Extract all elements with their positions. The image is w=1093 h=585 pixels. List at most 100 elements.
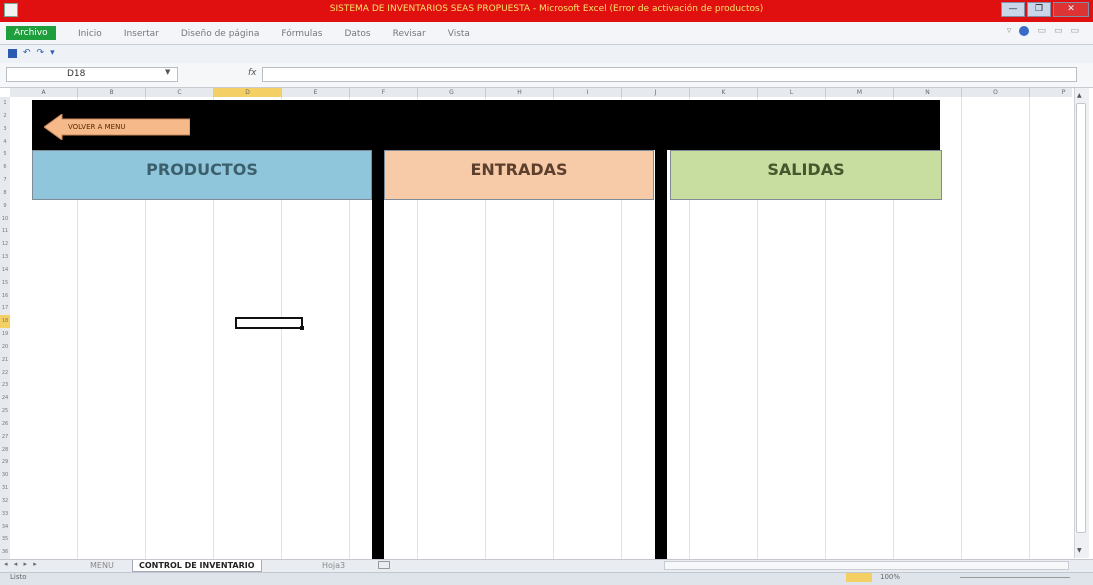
- row-header[interactable]: 15: [0, 277, 10, 290]
- column-header[interactable]: H: [486, 88, 554, 97]
- sheet-tab-menu[interactable]: MENU: [84, 560, 120, 571]
- insert-sheet-icon[interactable]: [378, 561, 390, 569]
- row-header[interactable]: 22: [0, 367, 10, 380]
- row-header[interactable]: 21: [0, 354, 10, 367]
- horizontal-scrollbar[interactable]: [664, 561, 1069, 570]
- row-header[interactable]: 13: [0, 251, 10, 264]
- help-icon[interactable]: [1019, 26, 1030, 36]
- sheet-tab-hoja3[interactable]: Hoja3: [316, 560, 351, 571]
- row-header[interactable]: 30: [0, 469, 10, 482]
- tab-diseno-pagina[interactable]: Diseño de página: [181, 29, 260, 39]
- customize-qat-icon[interactable]: ▾: [50, 48, 55, 58]
- row-header[interactable]: 5: [0, 148, 10, 161]
- scroll-up-icon[interactable]: ▲: [1077, 92, 1082, 99]
- tab-datos[interactable]: Datos: [344, 29, 370, 39]
- column-header[interactable]: E: [282, 88, 350, 97]
- save-icon[interactable]: [8, 48, 17, 58]
- redo-icon[interactable]: ↷: [37, 48, 45, 58]
- row-header[interactable]: 14: [0, 264, 10, 277]
- row-header[interactable]: 3: [0, 123, 10, 136]
- row-header[interactable]: 24: [0, 392, 10, 405]
- entradas-header: ENTRADAS: [384, 150, 654, 200]
- row-header[interactable]: 25: [0, 405, 10, 418]
- row-header[interactable]: 17: [0, 302, 10, 315]
- doc-close-icon[interactable]: ▭: [1070, 26, 1079, 36]
- insert-function-icon[interactable]: fx: [248, 68, 257, 78]
- tab-insertar[interactable]: Insertar: [124, 29, 159, 39]
- row-header[interactable]: 2: [0, 110, 10, 123]
- row-header[interactable]: 27: [0, 431, 10, 444]
- row-header[interactable]: 28: [0, 444, 10, 457]
- row-header[interactable]: 6: [0, 161, 10, 174]
- row-header[interactable]: 20: [0, 341, 10, 354]
- normal-view-icon[interactable]: [846, 573, 872, 582]
- ribbon-right-controls: ▿ ▭ ▭ ▭: [1007, 26, 1079, 36]
- row-header[interactable]: 35: [0, 533, 10, 546]
- row-header[interactable]: 12: [0, 238, 10, 251]
- column-divider: [372, 150, 384, 560]
- row-header[interactable]: 19: [0, 328, 10, 341]
- column-header[interactable]: N: [894, 88, 962, 97]
- zoom-level[interactable]: 100%: [880, 573, 900, 581]
- column-header[interactable]: B: [78, 88, 146, 97]
- row-header[interactable]: 23: [0, 379, 10, 392]
- tab-formulas[interactable]: Fórmulas: [281, 29, 322, 39]
- status-bar: [0, 572, 1093, 585]
- row-header[interactable]: 34: [0, 521, 10, 534]
- undo-icon[interactable]: ↶: [23, 48, 31, 58]
- column-header[interactable]: L: [758, 88, 826, 97]
- row-header[interactable]: 32: [0, 495, 10, 508]
- row-header[interactable]: 4: [0, 136, 10, 149]
- tab-revisar[interactable]: Revisar: [393, 29, 426, 39]
- row-header[interactable]: 26: [0, 418, 10, 431]
- zoom-slider[interactable]: [960, 577, 1070, 578]
- column-header[interactable]: I: [554, 88, 622, 97]
- column-header[interactable]: C: [146, 88, 214, 97]
- row-header[interactable]: 36: [0, 546, 10, 559]
- row-header[interactable]: 1: [0, 97, 10, 110]
- doc-minimize-icon[interactable]: ▭: [1037, 26, 1046, 36]
- row-header[interactable]: 7: [0, 174, 10, 187]
- fill-handle[interactable]: [300, 326, 304, 330]
- sheet-tab-control-inventario[interactable]: CONTROL DE INVENTARIO: [132, 560, 262, 572]
- vertical-scroll-thumb[interactable]: [1076, 103, 1086, 533]
- tab-inicio[interactable]: Inicio: [78, 29, 102, 39]
- close-icon[interactable]: ✕: [1053, 2, 1089, 17]
- column-header[interactable]: K: [690, 88, 758, 97]
- doc-restore-icon[interactable]: ▭: [1054, 26, 1063, 36]
- column-header[interactable]: M: [826, 88, 894, 97]
- minimize-ribbon-icon[interactable]: ▿: [1007, 26, 1012, 36]
- column-header[interactable]: G: [418, 88, 486, 97]
- column-header[interactable]: O: [962, 88, 1030, 97]
- row-header[interactable]: 16: [0, 290, 10, 303]
- row-header[interactable]: 8: [0, 187, 10, 200]
- name-box[interactable]: D18: [6, 67, 178, 82]
- column-header[interactable]: J: [622, 88, 690, 97]
- tab-file[interactable]: Archivo: [6, 26, 56, 40]
- column-header[interactable]: A: [10, 88, 78, 97]
- column-divider: [655, 150, 667, 560]
- restore-icon[interactable]: ❐: [1027, 2, 1051, 17]
- row-header[interactable]: 11: [0, 225, 10, 238]
- sheet-nav-arrows-icon[interactable]: ◂ ◂ ▸ ▸: [4, 560, 39, 568]
- minimize-icon[interactable]: —: [1001, 2, 1025, 17]
- column-header[interactable]: D: [214, 88, 282, 97]
- column-header[interactable]: F: [350, 88, 418, 97]
- window-title: SISTEMA DE INVENTARIOS SEAS PROPUESTA - …: [329, 4, 764, 14]
- quick-access-toolbar: [0, 45, 1093, 63]
- row-header[interactable]: 31: [0, 482, 10, 495]
- quick-access-icons: ↶ ↷ ▾: [8, 48, 55, 58]
- tab-vista[interactable]: Vista: [448, 29, 470, 39]
- back-button-label[interactable]: VOLVER A MENU: [68, 123, 125, 131]
- row-header[interactable]: 33: [0, 508, 10, 521]
- formula-input[interactable]: [262, 67, 1077, 82]
- productos-header: PRODUCTOS: [32, 150, 372, 200]
- row-header[interactable]: 10: [0, 213, 10, 226]
- window-controls: — ❐ ✕: [1001, 2, 1089, 17]
- row-header[interactable]: 9: [0, 200, 10, 213]
- scroll-down-icon[interactable]: ▼: [1077, 547, 1082, 554]
- active-cell[interactable]: [235, 317, 303, 329]
- chevron-down-icon[interactable]: ▼: [165, 68, 170, 76]
- row-header[interactable]: 29: [0, 456, 10, 469]
- row-header[interactable]: 18: [0, 315, 10, 328]
